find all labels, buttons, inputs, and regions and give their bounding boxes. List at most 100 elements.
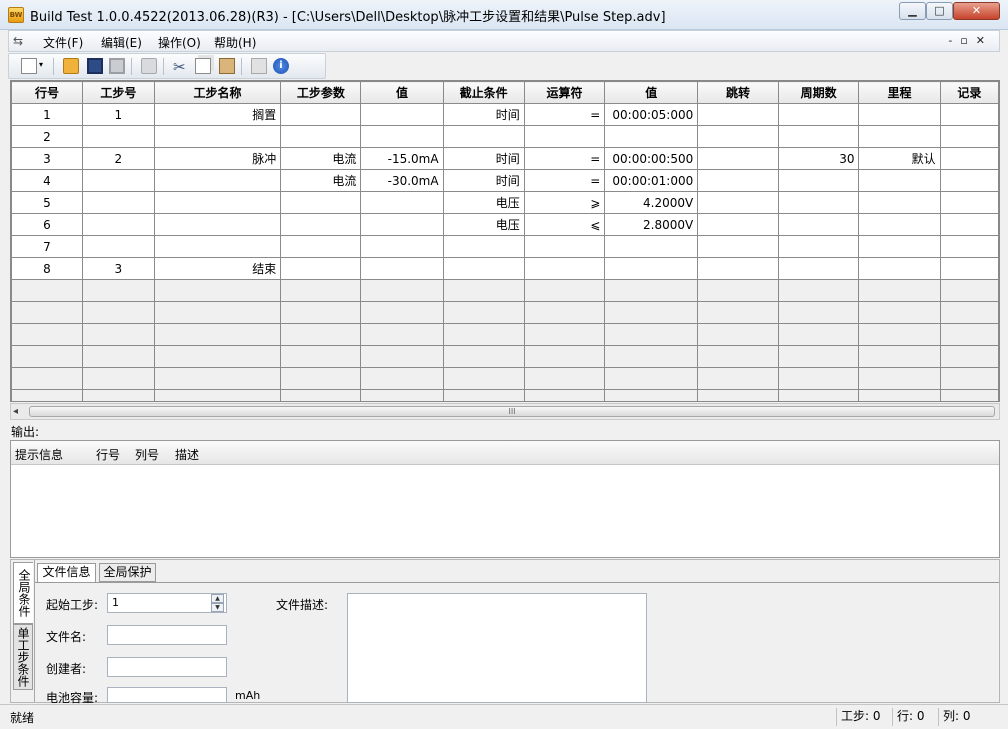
spin-up-icon[interactable]: ▲ (211, 594, 224, 603)
table-cell[interactable] (939, 235, 999, 258)
table-cell[interactable] (442, 257, 525, 280)
table-cell[interactable]: 电流 (280, 147, 362, 170)
table-row[interactable]: 8 3 结束 (11, 257, 999, 280)
file-name-input[interactable] (107, 625, 227, 645)
table-cell[interactable] (523, 257, 606, 280)
table-cell[interactable]: 8 (11, 257, 83, 280)
table-cell[interactable] (939, 147, 999, 170)
save-all-icon[interactable] (109, 58, 125, 74)
table-cell[interactable] (858, 235, 941, 258)
tab-global-conditions[interactable]: 全局条件 (13, 562, 33, 624)
table-cell[interactable]: 脉冲 (153, 147, 282, 170)
table-cell[interactable] (858, 103, 941, 126)
grid-header-cell[interactable]: 行号 (11, 81, 83, 104)
table-cell[interactable] (604, 235, 699, 258)
grid-header-cell[interactable]: 运算符 (523, 81, 606, 104)
grid-header-cell[interactable]: 跳转 (697, 81, 779, 104)
spin-down-icon[interactable]: ▼ (211, 603, 224, 612)
table-cell[interactable]: 1 (81, 103, 155, 126)
table-cell[interactable]: 2 (81, 147, 155, 170)
output-col-desc[interactable]: 描述 (175, 446, 199, 463)
table-cell[interactable] (360, 257, 444, 280)
grid-header-cell[interactable]: 工步参数 (280, 81, 362, 104)
table-cell[interactable]: 电流 (280, 169, 362, 192)
table-cell[interactable] (360, 235, 444, 258)
table-cell[interactable]: 时间 (442, 103, 525, 126)
table-cell[interactable]: -15.0mA (360, 147, 444, 170)
table-row[interactable]: 5 电压 ⩾ 4.2000V (11, 191, 999, 214)
table-cell[interactable] (697, 257, 779, 280)
table-cell[interactable] (523, 235, 606, 258)
menu-operate[interactable]: 操作(O) (158, 34, 201, 51)
table-cell[interactable]: 结束 (153, 257, 282, 280)
table-cell[interactable] (442, 235, 525, 258)
table-cell[interactable] (939, 257, 999, 280)
table-cell[interactable] (280, 257, 362, 280)
table-cell[interactable]: 电压 (442, 191, 525, 214)
check-icon[interactable] (251, 58, 267, 74)
table-cell[interactable] (442, 125, 525, 148)
table-cell[interactable] (360, 213, 444, 236)
table-cell[interactable]: 3 (11, 147, 83, 170)
grid-header-cell[interactable]: 截止条件 (442, 81, 525, 104)
file-desc-textarea[interactable] (347, 593, 647, 703)
table-cell[interactable] (777, 191, 860, 214)
start-step-input[interactable]: 1 (107, 593, 227, 613)
table-cell[interactable] (280, 191, 362, 214)
table-cell[interactable] (858, 191, 941, 214)
table-cell[interactable]: 搁置 (153, 103, 282, 126)
table-cell[interactable]: 30 (777, 147, 860, 170)
document-icon[interactable]: ⇆ (13, 34, 23, 48)
table-cell[interactable]: ⩾ (523, 191, 606, 214)
table-cell[interactable]: = (523, 103, 606, 126)
table-cell[interactable] (604, 125, 699, 148)
table-cell[interactable]: 2.8000V (604, 213, 699, 236)
table-cell[interactable] (523, 125, 606, 148)
menu-file[interactable]: 文件(F) (43, 34, 83, 51)
table-cell[interactable]: -30.0mA (360, 169, 444, 192)
table-cell[interactable] (153, 125, 282, 148)
new-icon[interactable] (21, 58, 37, 74)
table-row[interactable]: 2 (11, 125, 999, 148)
table-cell[interactable] (153, 191, 282, 214)
table-cell[interactable] (939, 213, 999, 236)
table-cell[interactable] (777, 125, 860, 148)
table-cell[interactable] (697, 213, 779, 236)
creator-input[interactable] (107, 657, 227, 677)
output-col-row[interactable]: 行号 (96, 446, 120, 463)
tab-single-step-conditions[interactable]: 单工步条件 (13, 624, 33, 690)
horizontal-scrollbar[interactable]: ◂ III (10, 403, 1000, 420)
close-button[interactable]: ✕ (953, 2, 1000, 20)
table-cell[interactable] (697, 125, 779, 148)
table-cell[interactable] (939, 103, 999, 126)
grid-header-cell[interactable]: 值 (604, 81, 699, 104)
table-cell[interactable] (939, 125, 999, 148)
table-cell[interactable]: 3 (81, 257, 155, 280)
table-cell[interactable] (360, 103, 444, 126)
table-row[interactable]: 7 (11, 235, 999, 258)
table-cell[interactable] (697, 235, 779, 258)
output-col-info[interactable]: 提示信息 (15, 446, 63, 463)
table-cell[interactable]: 2 (11, 125, 83, 148)
table-cell[interactable]: 00:00:05:000 (604, 103, 699, 126)
table-cell[interactable] (81, 169, 155, 192)
print-icon[interactable] (141, 58, 157, 74)
table-row[interactable]: 6 电压 ⩽ 2.8000V (11, 213, 999, 236)
table-cell[interactable] (81, 191, 155, 214)
table-cell[interactable] (604, 257, 699, 280)
grid-header-cell[interactable]: 工步名称 (153, 81, 282, 104)
table-cell[interactable] (697, 169, 779, 192)
minimize-button[interactable]: ▁ (899, 2, 926, 20)
table-cell[interactable]: 默认 (858, 147, 941, 170)
mdi-window-controls[interactable]: -▫✕ (948, 34, 993, 47)
table-cell[interactable]: 4 (11, 169, 83, 192)
table-cell[interactable] (939, 191, 999, 214)
table-cell[interactable]: ⩽ (523, 213, 606, 236)
table-cell[interactable] (81, 235, 155, 258)
menu-edit[interactable]: 编辑(E) (101, 34, 142, 51)
menu-help[interactable]: 帮助(H) (214, 34, 256, 51)
grid-header-cell[interactable]: 里程 (858, 81, 941, 104)
save-icon[interactable] (87, 58, 103, 74)
table-cell[interactable] (81, 213, 155, 236)
copy-icon[interactable] (195, 58, 211, 74)
